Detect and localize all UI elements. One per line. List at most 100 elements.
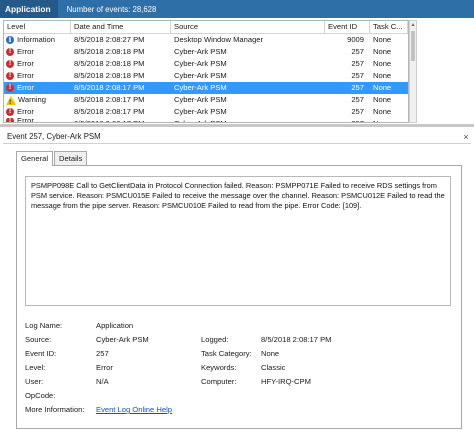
date-cell: 8/5/2018 2:08:18 PM xyxy=(74,47,145,56)
task-cell: None xyxy=(370,118,408,122)
info-icon xyxy=(6,34,14,46)
level-cell: Error xyxy=(4,70,71,82)
keywords-label: Keywords: xyxy=(201,363,237,372)
table-row[interactable]: Error 8/5/2018 2:08:18 PM Cyber-Ark PSM 257… xyxy=(4,70,408,82)
more-information-label: More Information: xyxy=(25,405,85,414)
source-cell: Cyber-Ark PSM xyxy=(174,95,227,104)
log-titlebar: Application Number of events: 28,628 xyxy=(0,0,474,18)
task-cell: None xyxy=(373,59,392,68)
task-category-label: Task Category: xyxy=(201,349,252,358)
table-row[interactable]: Error 8/5/2018 2:08:18 PM Cyber-Ark PSM 257… xyxy=(4,46,408,58)
source-cell: Cyber-Ark PSM xyxy=(174,107,227,116)
source-cell: Cyber-Ark PSM xyxy=(174,47,227,56)
date-cell: 8/5/2018 2:08:17 PM xyxy=(74,83,145,92)
detail-tabs: General Details xyxy=(16,151,88,166)
event-log-online-help-link[interactable]: Event Log Online Help xyxy=(96,403,172,417)
error-icon xyxy=(6,58,14,70)
error-icon xyxy=(6,82,14,94)
task-cell: None xyxy=(373,71,392,80)
tab-general[interactable]: General xyxy=(16,151,54,166)
event-id-cell: 257 xyxy=(351,71,364,80)
event-id-label: Event ID: xyxy=(25,349,57,358)
date-cell: 8/5/2018 2:08:17 PM xyxy=(74,95,145,104)
level-cell: Error xyxy=(4,118,71,123)
event-id-cell: 257 xyxy=(325,118,370,122)
event-id-cell: 9009 xyxy=(347,35,364,44)
date-cell: 8/5/2018 2:08:18 PM xyxy=(74,59,145,68)
level-text: Error xyxy=(17,118,34,123)
event-detail-header: Event 257, Cyber-Ark PSM × xyxy=(3,130,471,144)
level-text: Warning xyxy=(18,95,46,104)
task-cell: None xyxy=(373,83,392,92)
tab-details[interactable]: Details xyxy=(54,151,88,165)
task-cell: None xyxy=(373,95,392,104)
general-tab-panel: PSMPP098E Call to GetClientData in Proto… xyxy=(16,165,462,429)
date-cell: 8/5/2018 2:08:18 PM xyxy=(74,71,145,80)
level-label: Level: xyxy=(25,363,46,372)
event-id-value: 257 xyxy=(96,349,109,358)
date-cell: 8/5/2018 2:08:17 PM xyxy=(74,107,145,116)
table-row[interactable]: Error8/5/2018 2:08:17 PMCyber-Ark PSM257… xyxy=(4,118,408,123)
event-id-cell: 257 xyxy=(351,95,364,104)
log-title: Application xyxy=(0,0,58,18)
error-icon xyxy=(6,106,14,118)
event-id-cell: 257 xyxy=(351,83,364,92)
event-count: Number of events: 28,628 xyxy=(66,4,157,14)
level-text: Error xyxy=(17,83,34,92)
level-cell: Information xyxy=(4,34,71,46)
level-text: Error xyxy=(17,59,34,68)
table-row[interactable]: Error 8/5/2018 2:08:17 PM Cyber-Ark PSM 257… xyxy=(4,82,408,94)
event-properties: Log Name: Application Source: Cyber-Ark … xyxy=(25,319,455,417)
source-cell: Desktop Window Manager xyxy=(174,35,264,44)
table-row[interactable]: Error 8/5/2018 2:08:18 PM Cyber-Ark PSM 257… xyxy=(4,58,408,70)
column-header-date[interactable]: Date and Time xyxy=(71,21,171,33)
scrollbar-thumb[interactable] xyxy=(411,31,415,61)
error-icon xyxy=(6,70,14,82)
level-text: Error xyxy=(17,107,34,116)
keywords-value: Classic xyxy=(261,363,286,372)
column-header-source[interactable]: Source xyxy=(171,21,325,33)
level-cell: Error xyxy=(4,46,71,58)
scroll-up-arrow-icon[interactable]: ▲ xyxy=(410,21,416,29)
event-id-cell: 257 xyxy=(351,107,364,116)
table-row[interactable]: Error 8/5/2018 2:08:17 PM Cyber-Ark PSM 257… xyxy=(4,106,408,118)
error-icon xyxy=(6,46,14,58)
logged-value: 8/5/2018 2:08:17 PM xyxy=(261,335,332,344)
date-cell: 8/5/2018 2:08:17 PM xyxy=(71,118,171,122)
source-cell: Cyber-Ark PSM xyxy=(174,71,227,80)
warning-icon xyxy=(6,95,16,106)
source-label: Source: xyxy=(25,335,52,344)
table-row[interactable]: Information 8/5/2018 2:08:27 PM Desktop Wi… xyxy=(4,34,408,46)
close-icon[interactable]: × xyxy=(461,132,471,142)
logged-label: Logged: xyxy=(201,335,229,344)
column-header-task-category[interactable]: Task C... xyxy=(370,21,408,33)
events-table-header: Level Date and Time Source Event ID Task… xyxy=(4,21,408,34)
table-row[interactable]: Warning 8/5/2018 2:08:17 PM Cyber-Ark PSM 2… xyxy=(4,94,408,106)
level-cell: Error xyxy=(4,58,71,70)
events-table[interactable]: Level Date and Time Source Event ID Task… xyxy=(3,20,409,123)
level-text: Error xyxy=(17,47,34,56)
opcode-label: OpCode: xyxy=(25,391,56,400)
column-header-event-id[interactable]: Event ID xyxy=(325,21,370,33)
computer-value: HFY-IRQ-CPM xyxy=(261,377,311,386)
level-cell: Warning xyxy=(4,94,71,106)
event-detail-title: Event 257, Cyber-Ark PSM xyxy=(7,132,101,141)
level-cell: Error xyxy=(4,106,71,118)
task-cell: None xyxy=(373,107,392,116)
log-name-value: Application xyxy=(96,321,134,330)
task-cell: None xyxy=(373,47,392,56)
events-scrollbar[interactable]: ▲ xyxy=(409,20,417,123)
event-id-cell: 257 xyxy=(351,59,364,68)
event-message[interactable]: PSMPP098E Call to GetClientData in Proto… xyxy=(25,176,451,306)
date-cell: 8/5/2018 2:08:27 PM xyxy=(74,35,145,44)
column-header-level[interactable]: Level xyxy=(4,21,71,33)
log-name-label: Log Name: xyxy=(25,321,63,330)
level-text: Error xyxy=(17,71,34,80)
source-cell: Cyber-Ark PSM xyxy=(174,83,227,92)
source-value: Cyber-Ark PSM xyxy=(96,335,149,344)
task-cell: None xyxy=(373,35,392,44)
pane-splitter[interactable] xyxy=(0,124,474,127)
task-category-value: None xyxy=(261,349,280,358)
computer-label: Computer: xyxy=(201,377,237,386)
source-cell: Cyber-Ark PSM xyxy=(174,59,227,68)
